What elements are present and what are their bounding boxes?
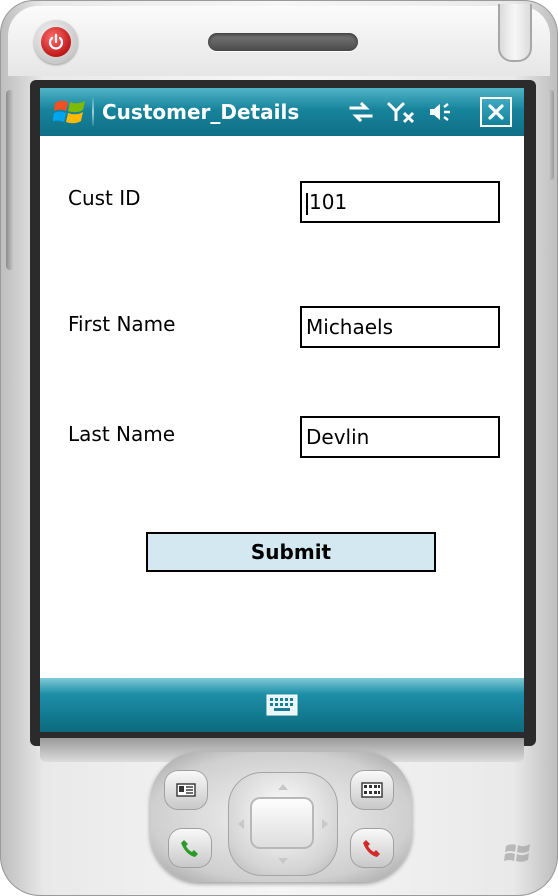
keyboard-icon[interactable]	[266, 694, 298, 716]
start-button[interactable]	[48, 94, 92, 130]
right-softkey-button[interactable]	[350, 770, 394, 810]
title-separator	[92, 98, 94, 126]
device-frame: Customer_Details Cust ID 101 First Name …	[0, 0, 558, 896]
dpad-arrows-icon	[238, 784, 328, 864]
submit-button[interactable]: Submit	[146, 532, 436, 572]
cust-id-field[interactable]: 101	[300, 181, 500, 223]
text-caret	[306, 192, 308, 215]
first-name-label: First Name	[68, 312, 176, 336]
close-button[interactable]	[480, 97, 512, 127]
contact-card-icon	[176, 783, 196, 797]
calendar-icon	[361, 782, 383, 798]
signal-off-icon[interactable]	[386, 100, 416, 124]
phone-call-icon	[181, 840, 198, 857]
side-button-right[interactable]	[548, 90, 554, 180]
left-softkey-button[interactable]	[164, 770, 208, 810]
close-icon	[488, 104, 504, 120]
first-name-field[interactable]: Michaels	[300, 306, 500, 348]
power-button[interactable]	[34, 20, 78, 64]
sync-icon[interactable]	[348, 101, 374, 123]
window-title: Customer_Details	[102, 100, 300, 124]
call-button[interactable]	[168, 828, 212, 868]
end-call-button[interactable]	[350, 828, 394, 868]
volume-icon[interactable]	[428, 101, 454, 123]
power-icon	[41, 27, 71, 57]
last-name-label: Last Name	[68, 422, 176, 446]
first-name-value: Michaels	[306, 315, 394, 339]
screen: Customer_Details Cust ID 101 First Name …	[40, 88, 524, 732]
cust-id-label: Cust ID	[68, 186, 141, 210]
windows-logo-icon	[53, 100, 85, 124]
last-name-value: Devlin	[306, 425, 370, 449]
soft-key-bar	[40, 678, 524, 732]
stylus-slot	[498, 4, 532, 62]
earpiece-speaker	[208, 33, 358, 51]
cust-id-value: 101	[309, 190, 348, 214]
last-name-field[interactable]: Devlin	[300, 416, 500, 458]
title-bar: Customer_Details	[40, 88, 524, 136]
status-tray	[348, 100, 454, 124]
side-button-left[interactable]	[6, 90, 14, 270]
windows-logo-watermark-icon	[504, 844, 530, 862]
phone-end-icon	[363, 840, 380, 857]
